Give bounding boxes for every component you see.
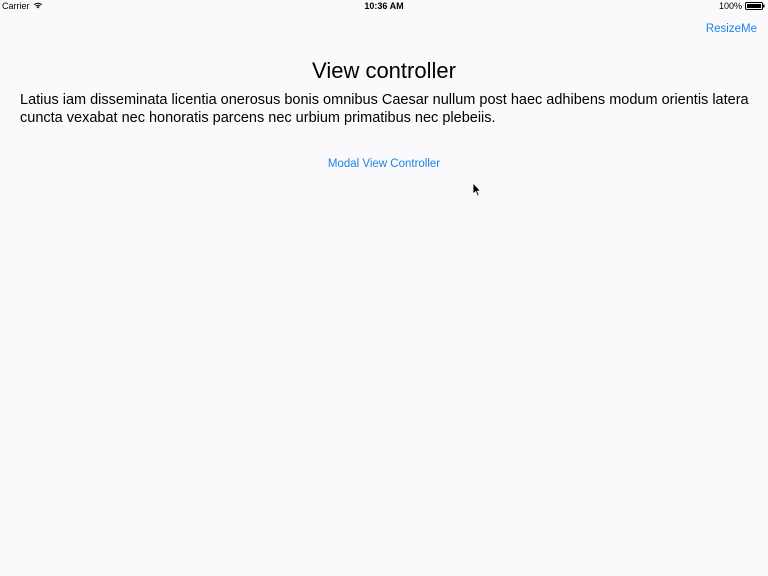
battery-indicator: 100%	[719, 0, 765, 12]
mouse-cursor-icon	[472, 182, 482, 197]
status-time: 10:36 AM	[364, 1, 404, 11]
status-bar: Carrier 10:36 AM 100%	[0, 0, 768, 12]
page-title: View controller	[312, 58, 456, 83]
battery-icon	[745, 2, 765, 10]
modal-view-controller-button[interactable]: Modal View Controller	[328, 158, 440, 170]
body-text: Latius iam disseminata licentia onerosus…	[20, 92, 749, 126]
battery-percent: 100%	[718, 1, 742, 11]
resize-me-button[interactable]: ResizeMe	[706, 23, 757, 35]
modal-link-container: Modal View Controller	[0, 154, 768, 172]
